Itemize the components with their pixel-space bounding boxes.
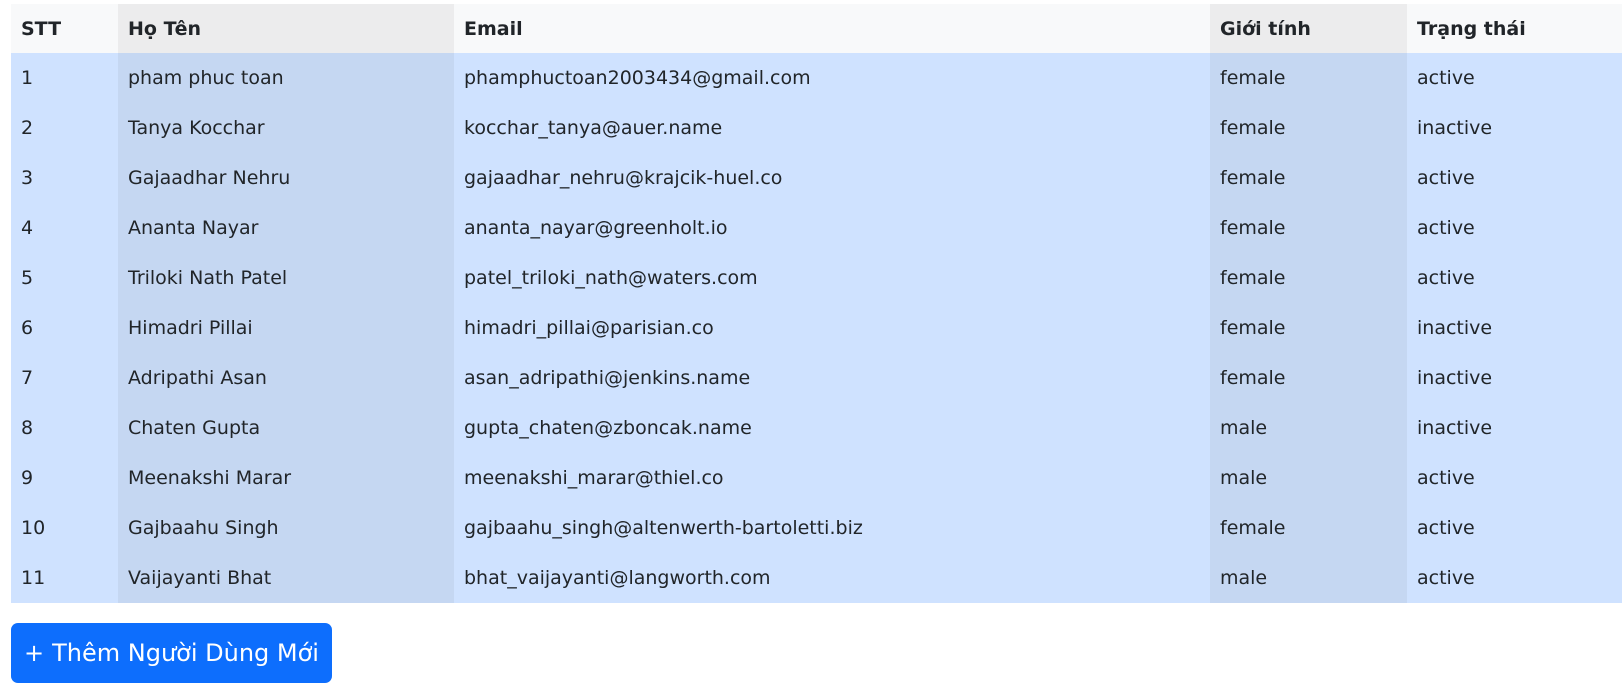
cell-gender: male (1210, 553, 1407, 603)
table-row: 5 Triloki Nath Patel patel_triloki_nath@wa… (11, 253, 1622, 303)
header-email: Email (454, 4, 1210, 53)
table-row: 8 Chaten Gupta gupta_chaten@zboncak.name ma… (11, 403, 1622, 453)
cell-status: inactive (1407, 353, 1622, 403)
cell-gender: female (1210, 153, 1407, 203)
cell-email: bhat_vaijayanti@langworth.com (454, 553, 1210, 603)
cell-stt: 1 (11, 53, 118, 103)
cell-status: active (1407, 153, 1622, 203)
cell-status: inactive (1407, 403, 1622, 453)
table-row: 3 Gajaadhar Nehru gajaadhar_nehru@krajcik-… (11, 153, 1622, 203)
cell-stt: 9 (11, 453, 118, 503)
cell-stt: 2 (11, 103, 118, 153)
table-row: 7 Adripathi Asan asan_adripathi@jenkins.na… (11, 353, 1622, 403)
cell-status: inactive (1407, 303, 1622, 353)
cell-email: patel_triloki_nath@waters.com (454, 253, 1210, 303)
cell-name: Himadri Pillai (118, 303, 454, 353)
cell-name: Chaten Gupta (118, 403, 454, 453)
cell-stt: 10 (11, 503, 118, 553)
table-header-row: STT Họ Tên Email Giới tính Trạng thái (11, 4, 1622, 53)
table-row: 10 Gajbaahu Singh gajbaahu_singh@altenwert… (11, 503, 1622, 553)
cell-email: meenakshi_marar@thiel.co (454, 453, 1210, 503)
add-user-button-label: Thêm Người Dùng Mới (52, 639, 319, 667)
cell-status: active (1407, 53, 1622, 103)
cell-gender: male (1210, 453, 1407, 503)
cell-stt: 4 (11, 203, 118, 253)
table-row: 2 Tanya Kocchar kocchar_tanya@auer.name fem… (11, 103, 1622, 153)
cell-gender: female (1210, 103, 1407, 153)
cell-email: himadri_pillai@parisian.co (454, 303, 1210, 353)
table-row: 1 pham phuc toan phamphuctoan2003434@gmail… (11, 53, 1622, 103)
cell-status: active (1407, 253, 1622, 303)
cell-gender: male (1210, 403, 1407, 453)
cell-status: active (1407, 503, 1622, 553)
cell-email: phamphuctoan2003434@gmail.com (454, 53, 1210, 103)
cell-name: Adripathi Asan (118, 353, 454, 403)
cell-email: asan_adripathi@jenkins.name (454, 353, 1210, 403)
cell-stt: 7 (11, 353, 118, 403)
cell-name: Ananta Nayar (118, 203, 454, 253)
cell-name: pham phuc toan (118, 53, 454, 103)
table-row: 9 Meenakshi Marar meenakshi_marar@thiel.co… (11, 453, 1622, 503)
cell-name: Triloki Nath Patel (118, 253, 454, 303)
cell-status: active (1407, 203, 1622, 253)
users-table-container: STT Họ Tên Email Giới tính Trạng thái 1p… (11, 4, 1622, 603)
header-stt: STT (11, 4, 118, 53)
cell-gender: female (1210, 203, 1407, 253)
header-status: Trạng thái (1407, 4, 1622, 53)
cell-email: ananta_nayar@greenholt.io (454, 203, 1210, 253)
header-name: Họ Tên (118, 4, 454, 53)
cell-gender: female (1210, 503, 1407, 553)
cell-email: gupta_chaten@zboncak.name (454, 403, 1210, 453)
users-table: STT Họ Tên Email Giới tính Trạng thái 1p… (11, 4, 1622, 603)
cell-stt: 3 (11, 153, 118, 203)
cell-email: gajbaahu_singh@altenwerth-bartoletti.biz (454, 503, 1210, 553)
table-row: 11 Vaijayanti Bhat bhat_vaijayanti@langwor… (11, 553, 1622, 603)
cell-name: Tanya Kocchar (118, 103, 454, 153)
cell-name: Gajbaahu Singh (118, 503, 454, 553)
cell-gender: female (1210, 53, 1407, 103)
cell-email: gajaadhar_nehru@krajcik-huel.co (454, 153, 1210, 203)
cell-name: Vaijayanti Bhat (118, 553, 454, 603)
plus-icon: + (24, 639, 45, 667)
cell-gender: female (1210, 253, 1407, 303)
cell-stt: 6 (11, 303, 118, 353)
table-row: 6 Himadri Pillai himadri_pillai@parisian.c… (11, 303, 1622, 353)
header-gender: Giới tính (1210, 4, 1407, 53)
cell-status: active (1407, 453, 1622, 503)
add-user-button[interactable]: + Thêm Người Dùng Mới (11, 623, 332, 683)
cell-gender: female (1210, 353, 1407, 403)
table-header: STT Họ Tên Email Giới tính Trạng thái (11, 4, 1622, 53)
table-body: 1 pham phuc toan phamphuctoan2003434@gmail… (11, 53, 1622, 603)
cell-status: active (1407, 553, 1622, 603)
cell-stt: 5 (11, 253, 118, 303)
table-row: 4 Ananta Nayar ananta_nayar@greenholt.io fe… (11, 203, 1622, 253)
cell-name: Gajaadhar Nehru (118, 153, 454, 203)
cell-email: kocchar_tanya@auer.name (454, 103, 1210, 153)
cell-name: Meenakshi Marar (118, 453, 454, 503)
cell-stt: 8 (11, 403, 118, 453)
cell-stt: 11 (11, 553, 118, 603)
cell-status: inactive (1407, 103, 1622, 153)
cell-gender: female (1210, 303, 1407, 353)
